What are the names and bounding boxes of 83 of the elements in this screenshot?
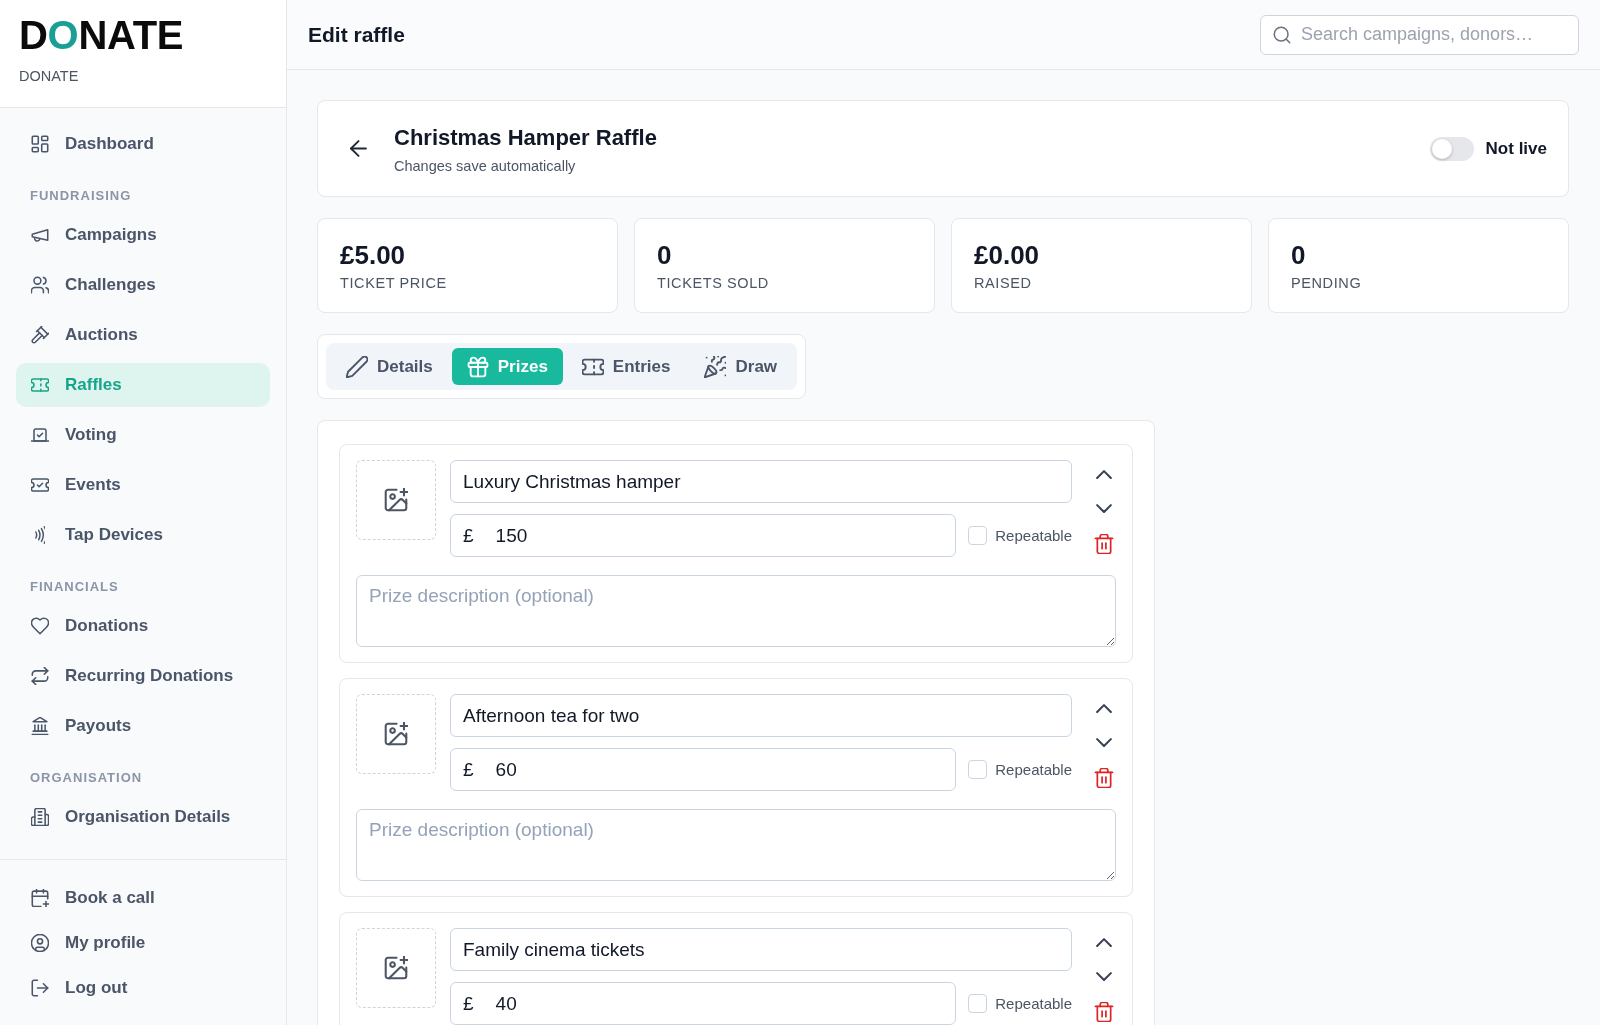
stat-value: 0	[1291, 239, 1307, 270]
users-icon	[31, 276, 49, 294]
user-circle-icon	[31, 934, 49, 952]
repeatable-label: Repeatable	[995, 761, 1072, 778]
nav-item[interactable]: Auctions	[16, 313, 270, 357]
page-title: Edit raffle	[308, 22, 405, 47]
trash-icon[interactable]	[1093, 768, 1114, 789]
stat-label: PENDING	[1291, 273, 1363, 292]
live-toggle[interactable]	[1429, 136, 1474, 161]
chevron-up-icon[interactable]	[1095, 704, 1112, 714]
gift-icon	[466, 355, 489, 378]
prize-value-field[interactable]: £ 40	[450, 982, 957, 1025]
stat-label: RAISED	[974, 273, 1033, 292]
image-plus-icon	[384, 956, 408, 980]
calendar-plus-icon	[31, 889, 49, 907]
stat-value: 0	[657, 239, 673, 270]
bank-icon	[31, 717, 49, 735]
heart-icon	[31, 617, 49, 635]
repeatable-label: Repeatable	[995, 527, 1072, 544]
organisation-name: DONATE	[19, 67, 80, 85]
nav-item[interactable]: My profile	[16, 923, 270, 963]
megaphone-icon	[31, 226, 49, 244]
repeatable-checkbox[interactable]	[968, 760, 988, 779]
nav-item[interactable]: Events	[16, 463, 270, 507]
stat-value: £5.00	[340, 239, 407, 270]
raffle-title: Christmas Hamper Raffle	[394, 124, 658, 151]
logo-wordmark: DONATE	[19, 15, 185, 55]
ticket-icon	[31, 376, 49, 394]
tab[interactable]: Entries	[566, 348, 686, 385]
gavel-icon	[31, 326, 49, 344]
chevron-down-icon[interactable]	[1095, 972, 1112, 982]
nav-item[interactable]: Book a call	[16, 878, 270, 918]
live-status-label: Not live	[1485, 138, 1547, 159]
autosave-note: Changes save automatically	[394, 156, 577, 175]
tab[interactable]: Details	[331, 348, 448, 385]
chevron-down-icon[interactable]	[1095, 504, 1112, 514]
nav-item[interactable]: Donations	[16, 604, 270, 648]
prize-name-field[interactable]: Afternoon tea for two	[450, 694, 1072, 737]
prize-value-field[interactable]: £ 150	[450, 514, 957, 557]
image-upload-button[interactable]	[356, 460, 436, 540]
repeatable-checkbox[interactable]	[968, 994, 988, 1013]
prize-name-field[interactable]: Family cinema tickets	[450, 928, 1072, 971]
image-upload-button[interactable]	[356, 694, 436, 774]
prize-description-field[interactable]: Prize description (optional)	[356, 575, 1116, 647]
ballot-box-icon	[31, 426, 49, 444]
nav-item[interactable]: Recurring Donations	[16, 654, 270, 698]
nav-item[interactable]: Organisation Details	[16, 795, 270, 839]
prize-value-field[interactable]: £ 60	[450, 748, 957, 791]
stat-label: TICKET PRICE	[340, 273, 448, 292]
nav-section-heading: FINANCIALS	[29, 579, 120, 595]
nav-item[interactable]: Dashboard	[16, 122, 270, 166]
log-out-icon	[31, 979, 49, 997]
repeatable-label: Repeatable	[995, 995, 1072, 1012]
trash-icon[interactable]	[1093, 534, 1114, 555]
nav-item[interactable]: Campaigns	[16, 213, 270, 257]
chevron-up-icon[interactable]	[1095, 470, 1112, 480]
nav-section-heading: FUNDRAISING	[29, 188, 133, 204]
tab[interactable]: Draw	[689, 348, 793, 385]
contactless-icon	[34, 526, 46, 544]
image-plus-icon	[384, 722, 408, 746]
party-popper-icon	[704, 355, 727, 378]
trash-icon[interactable]	[1093, 1002, 1114, 1023]
building-icon	[31, 808, 49, 826]
nav-section-heading: ORGANISATION	[29, 770, 144, 786]
search-icon	[1273, 25, 1291, 44]
repeat-icon	[31, 667, 49, 685]
pencil-icon	[346, 355, 368, 378]
repeatable-checkbox[interactable]	[968, 526, 988, 545]
nav-item[interactable]: Payouts	[16, 704, 270, 748]
ticket-check-icon	[31, 476, 49, 494]
stat-value: £0.00	[974, 239, 1041, 270]
chevron-down-icon[interactable]	[1095, 738, 1112, 748]
image-plus-icon	[384, 488, 408, 512]
image-upload-button[interactable]	[356, 928, 436, 1008]
prize-name-field[interactable]: Luxury Christmas hamper	[450, 460, 1072, 503]
prize-description-field[interactable]: Prize description (optional)	[356, 809, 1116, 881]
nav-item[interactable]: Log out	[16, 968, 270, 1008]
chevron-up-icon[interactable]	[1095, 938, 1112, 948]
nav-item[interactable]: Voting	[16, 413, 270, 457]
nav-item[interactable]: Challenges	[16, 263, 270, 307]
grid-icon	[31, 135, 49, 153]
stat-label: TICKETS SOLD	[657, 273, 770, 292]
nav-item[interactable]: Tap Devices	[16, 513, 270, 557]
